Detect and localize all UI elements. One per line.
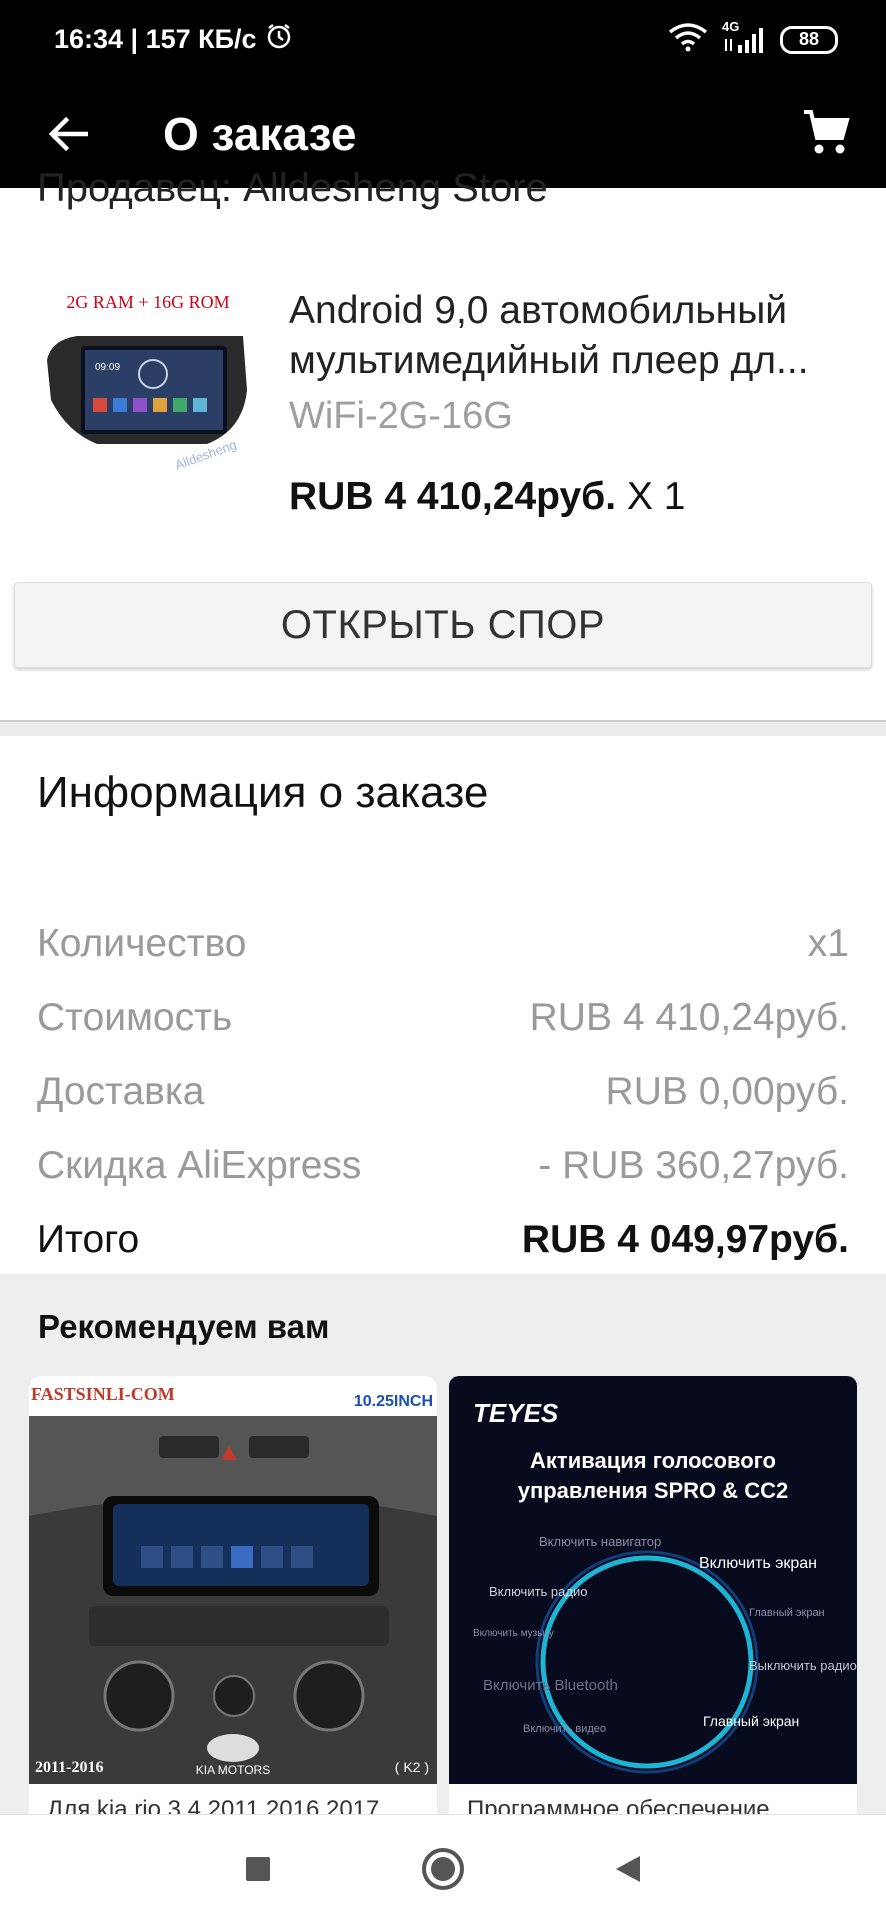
- wifi-icon: [668, 22, 708, 57]
- rec-badge-text: 10.25INCH: [354, 1393, 433, 1410]
- total-label: Итого: [37, 1218, 140, 1261]
- rec-brand-text: FASTSINLI-COM: [31, 1384, 175, 1404]
- total-value: RUB 4 049,97руб.: [521, 1218, 849, 1261]
- info-row-value: - RUB 360,27руб.: [538, 1144, 849, 1187]
- rec-phrase: Включить радио: [489, 1584, 587, 1599]
- rec-years-text: 2011-2016: [35, 1759, 103, 1776]
- info-row-label: Количество: [37, 922, 247, 965]
- rec-phrase: Включить Bluetooth: [483, 1677, 618, 1694]
- product-quantity: X 1: [616, 475, 686, 518]
- info-row-value: RUB 0,00руб.: [605, 1070, 849, 1113]
- section-divider: [0, 720, 886, 736]
- info-row-cost: Стоимость RUB 4 410,24руб.: [37, 990, 849, 1046]
- order-info-card: Информация о заказе Количество x1 Стоимо…: [0, 736, 886, 1274]
- product-image-banner: 2G RAM + 16G ROM: [66, 292, 229, 312]
- rec-phrase: Включить навигатор: [539, 1534, 661, 1549]
- info-row-value: RUB 4 410,24руб.: [529, 996, 849, 1039]
- home-button[interactable]: [419, 1845, 467, 1893]
- rec-phrase: Главный экран: [749, 1607, 825, 1619]
- info-row-quantity: Количество x1: [37, 916, 849, 972]
- recommendation-card[interactable]: FASTSINLI-COM 10.25INCH 2011-2016 KIA MO…: [29, 1376, 437, 1822]
- info-row-label: Доставка: [37, 1070, 205, 1113]
- product-variant: WiFi-2G-16G: [289, 395, 513, 437]
- info-row-value: x1: [807, 922, 849, 965]
- rec-maker-text: KIA MOTORS: [196, 1763, 270, 1777]
- product-image[interactable]: 2G RAM + 16G ROM 09:09 Alldesheng: [37, 280, 259, 502]
- status-time-speed: 16:34 | 157 КБ/с: [54, 24, 257, 54]
- info-row-shipping: Доставка RUB 0,00руб.: [37, 1064, 849, 1120]
- system-nav-bar: [0, 1814, 886, 1920]
- rec-phrase: Выключить радио: [749, 1658, 857, 1673]
- arrow-left-icon: [48, 116, 88, 152]
- recommendations-section: Рекомендуем вам FASTSINLI-COM 10.25INCH: [0, 1274, 886, 1822]
- circle-icon: [422, 1848, 464, 1890]
- rec-brand-text: TEYES: [473, 1398, 559, 1428]
- rec-phrase: Включить экран: [699, 1555, 817, 1572]
- signal-icon: 4G: [722, 19, 766, 55]
- square-icon: [246, 1857, 270, 1881]
- triangle-back-icon: [616, 1856, 640, 1882]
- recommendation-card[interactable]: TEYES Активация голосового управления SP…: [449, 1376, 857, 1822]
- status-right: 4G 88: [668, 19, 838, 57]
- product-title-line1: Android 9,0 автомобильный: [289, 289, 788, 332]
- product-price: RUB 4 410,24руб.: [289, 475, 617, 518]
- alarm-icon: [265, 22, 293, 57]
- page-title: О заказе: [163, 108, 357, 160]
- order-info-title: Информация о заказе: [37, 768, 489, 817]
- status-left: 16:34 | 157 КБ/с: [54, 22, 293, 57]
- rec-phrase: Главный экран: [703, 1713, 799, 1729]
- product-title[interactable]: Android 9,0 автомобильный мультимедийный…: [289, 286, 859, 386]
- seller-name[interactable]: Продавец: Alldesheng Store: [37, 166, 548, 211]
- recent-apps-button[interactable]: [234, 1845, 282, 1893]
- cart-icon: [804, 110, 850, 154]
- recommendation-image: TEYES Активация голосового управления SP…: [449, 1376, 857, 1784]
- rec-phrase: Включить видео: [523, 1723, 606, 1735]
- product-title-line2: мультимедийный плеер дл...: [289, 339, 809, 382]
- recommendations-title: Рекомендуем вам: [38, 1308, 330, 1345]
- rec-model-text: ( K2 ): [395, 1759, 429, 1775]
- rec-headline-line1: Активация голосового: [530, 1448, 776, 1473]
- info-row-total: Итого RUB 4 049,97руб.: [37, 1212, 849, 1268]
- recommendation-image: FASTSINLI-COM 10.25INCH 2011-2016 KIA MO…: [29, 1376, 437, 1784]
- info-row-label: Стоимость: [37, 996, 233, 1039]
- open-dispute-button[interactable]: ОТКРЫТЬ СПОР: [14, 582, 872, 668]
- rec-headline-line2: управления SPRO & CC2: [518, 1478, 789, 1503]
- battery-icon: 88: [780, 25, 838, 54]
- seller-card: Продавец: Alldesheng Store 2G RAM + 16G …: [0, 166, 886, 720]
- info-row-label: Скидка AliExpress: [37, 1144, 362, 1187]
- info-row-discount: Скидка AliExpress - RUB 360,27руб.: [37, 1138, 849, 1194]
- back-button[interactable]: [38, 104, 98, 164]
- product-price-row: RUB 4 410,24руб. X 1: [289, 475, 685, 519]
- system-back-button[interactable]: [604, 1845, 652, 1893]
- product-image-clock: 09:09: [95, 362, 120, 373]
- status-bar: 16:34 | 157 КБ/с 4G 88: [0, 0, 886, 80]
- rec-phrase: Включить музыку: [473, 1628, 554, 1639]
- cart-button[interactable]: [794, 100, 858, 164]
